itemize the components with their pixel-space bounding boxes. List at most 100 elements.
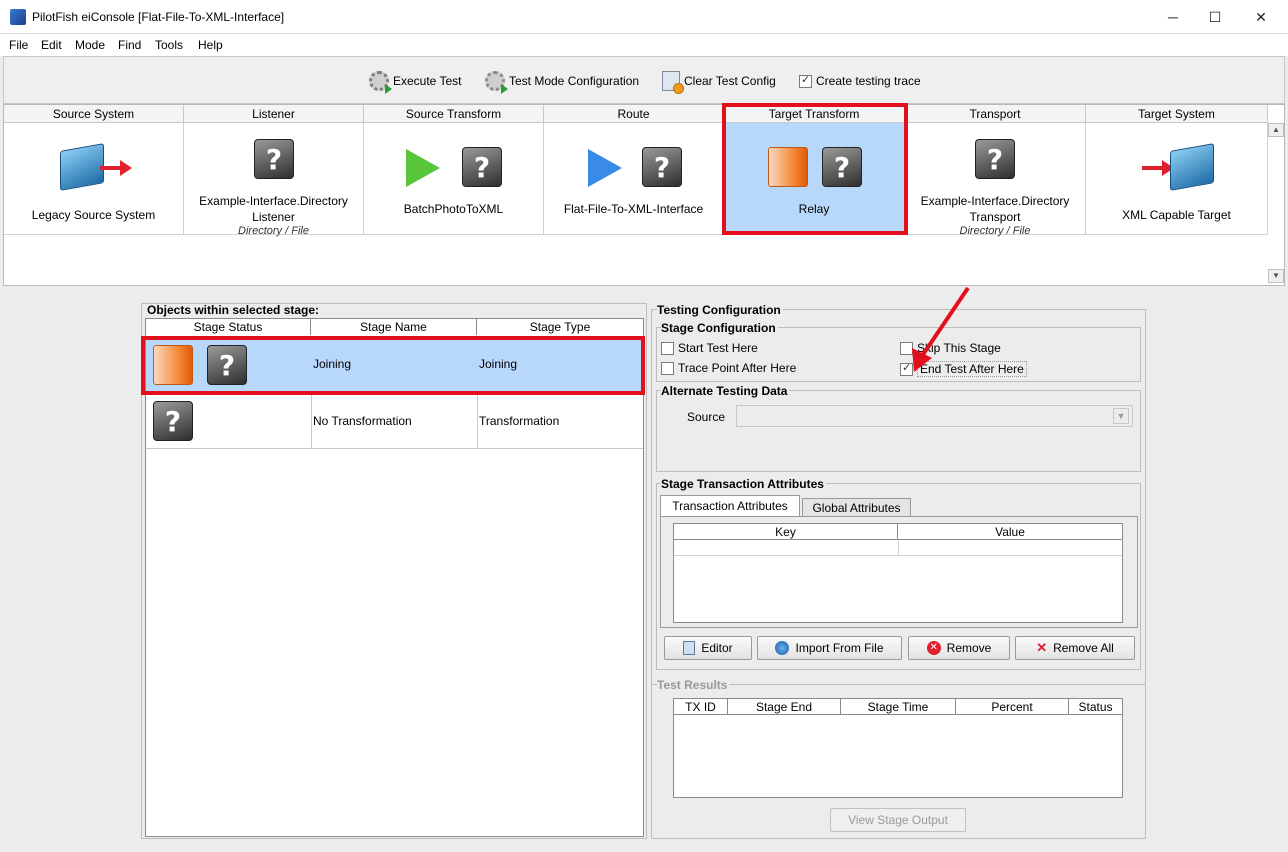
test-results-title: Test Results bbox=[657, 678, 730, 692]
menu-bar bbox=[0, 34, 1288, 56]
source-label: Source bbox=[687, 410, 726, 424]
start-test-label: Start Test Here bbox=[678, 341, 758, 355]
alternate-data-title: Alternate Testing Data bbox=[661, 384, 790, 398]
toolbar bbox=[3, 56, 1285, 104]
stage-header-target-system: Target System bbox=[1086, 105, 1268, 123]
chevron-down-icon: ▼ bbox=[1113, 408, 1129, 424]
remove-button[interactable]: ✕ Remove bbox=[908, 636, 1010, 660]
stage-label: XML Capable Target bbox=[1122, 208, 1231, 222]
attributes-table-header: Key Value bbox=[674, 524, 1122, 540]
annotation-arrow bbox=[912, 286, 970, 372]
highlight-joining-row bbox=[141, 336, 645, 395]
col-stage-name[interactable]: Stage Name bbox=[311, 319, 477, 335]
testing-config-title: Testing Configuration bbox=[657, 303, 783, 317]
unknown-icon: ? bbox=[462, 147, 502, 187]
alternate-data-group bbox=[656, 390, 1141, 472]
table-row[interactable] bbox=[674, 540, 1122, 556]
col-value[interactable]: Value bbox=[898, 524, 1122, 540]
close-icon: ✕ bbox=[1036, 640, 1048, 655]
table-row[interactable]: ? No Transformation Transformation bbox=[146, 393, 643, 449]
minimize-button[interactable]: ─ bbox=[1150, 4, 1196, 30]
window-title: PilotFish eiConsole [Flat-File-To-XML-In… bbox=[32, 10, 285, 24]
attributes-table: Key Value bbox=[673, 523, 1123, 623]
stage-header-source-system: Source System bbox=[4, 105, 184, 123]
stage-header-source-transform: Source Transform bbox=[364, 105, 544, 123]
test-results-table: TX ID Stage End Stage Time Percent Statu… bbox=[673, 698, 1123, 798]
stage-label: Example-Interface.Directory Transport bbox=[920, 194, 1070, 224]
menu-file[interactable]: File bbox=[9, 38, 28, 52]
trace-point-label: Trace Point After Here bbox=[678, 361, 797, 375]
stage-source-transform[interactable]: ? BatchPhotoToXML bbox=[364, 123, 544, 235]
unknown-icon: ? bbox=[642, 147, 682, 187]
stage-label: BatchPhotoToXML bbox=[403, 202, 504, 216]
stage-header-transport: Transport bbox=[905, 105, 1086, 123]
view-stage-output-label: View Stage Output bbox=[848, 813, 948, 827]
stage-label: Legacy Source System bbox=[31, 208, 156, 222]
test-results-header: TX ID Stage End Stage Time Percent Statu… bbox=[674, 699, 1122, 715]
table-icon bbox=[683, 641, 696, 655]
objects-table: Stage Status Stage Name Stage Type ? Joi… bbox=[145, 318, 644, 837]
editor-button[interactable]: Editor bbox=[664, 636, 752, 660]
clear-config-icon bbox=[662, 71, 684, 94]
scroll-up-button[interactable]: ▲ bbox=[1268, 123, 1284, 137]
objects-table-header: Stage Status Stage Name Stage Type bbox=[146, 319, 643, 337]
remove-all-button[interactable]: ✕ Remove All bbox=[1015, 636, 1135, 660]
import-from-file-button[interactable]: Import From File bbox=[757, 636, 902, 660]
arrow-out-icon bbox=[100, 160, 132, 176]
trace-point-option[interactable]: Trace Point After Here bbox=[661, 361, 796, 375]
close-button[interactable]: ✕ bbox=[1238, 4, 1284, 30]
tab-global-attributes[interactable]: Global Attributes bbox=[802, 498, 911, 517]
view-stage-output-button[interactable]: View Stage Output bbox=[830, 808, 966, 832]
start-test-checkbox[interactable] bbox=[661, 341, 674, 355]
menu-tools[interactable]: Tools bbox=[155, 38, 183, 52]
col-stage-time[interactable]: Stage Time bbox=[841, 699, 956, 715]
stage-label: Flat-File-To-XML-Interface bbox=[563, 202, 704, 216]
remove-label: Remove bbox=[946, 641, 992, 655]
stage-source-system[interactable]: Legacy Source System bbox=[4, 123, 184, 235]
col-status[interactable]: Status bbox=[1069, 699, 1122, 715]
col-stage-status[interactable]: Stage Status bbox=[146, 319, 311, 335]
menu-find[interactable]: Find bbox=[118, 38, 141, 52]
scroll-down-button[interactable]: ▼ bbox=[1268, 269, 1284, 283]
stage-target-system[interactable]: XML Capable Target bbox=[1086, 123, 1268, 235]
start-test-here-option[interactable]: Start Test Here bbox=[661, 341, 758, 355]
server-icon bbox=[1170, 143, 1214, 191]
col-tx-id[interactable]: TX ID bbox=[674, 699, 728, 715]
trace-point-checkbox[interactable] bbox=[661, 361, 674, 375]
col-stage-type[interactable]: Stage Type bbox=[477, 319, 643, 335]
stage-transport[interactable]: ? Example-Interface.Directory Transport … bbox=[905, 123, 1086, 237]
create-trace-toggle[interactable]: Create testing trace bbox=[799, 71, 921, 91]
stage-name-cell: No Transformation bbox=[313, 414, 412, 428]
clear-test-config-label: Clear Test Config bbox=[684, 74, 776, 88]
stage-listener[interactable]: ? Example-Interface.Directory Listener D… bbox=[184, 123, 364, 237]
clear-test-config-button[interactable]: Clear Test Config bbox=[662, 71, 776, 94]
gear-play-icon bbox=[369, 71, 392, 94]
col-percent[interactable]: Percent bbox=[956, 699, 1069, 715]
test-mode-config-label: Test Mode Configuration bbox=[509, 74, 640, 88]
import-label: Import From File bbox=[795, 641, 884, 655]
stage-label: Example-Interface.Directory Listener bbox=[199, 194, 348, 224]
arrow-in-icon bbox=[1142, 160, 1174, 176]
maximize-button[interactable]: ☐ bbox=[1192, 4, 1238, 30]
test-mode-config-button[interactable]: Test Mode Configuration bbox=[485, 71, 640, 94]
menu-help[interactable]: Help bbox=[198, 38, 223, 52]
execute-test-button[interactable]: Execute Test bbox=[369, 71, 461, 94]
create-trace-checkbox[interactable] bbox=[799, 73, 812, 88]
remove-icon: ✕ bbox=[926, 641, 941, 655]
stage-route[interactable]: ? Flat-File-To-XML-Interface bbox=[544, 123, 724, 235]
col-stage-end[interactable]: Stage End bbox=[728, 699, 841, 715]
menu-edit[interactable]: Edit bbox=[41, 38, 62, 52]
stage-header-listener: Listener bbox=[184, 105, 364, 123]
stage-config-title: Stage Configuration bbox=[661, 321, 778, 335]
remove-all-label: Remove All bbox=[1053, 641, 1114, 655]
highlight-target-transform bbox=[722, 103, 908, 235]
gear-icon bbox=[485, 71, 508, 94]
stage-sublabel: Directory / File bbox=[238, 225, 309, 237]
source-dropdown[interactable]: ▼ bbox=[736, 405, 1133, 427]
stage-sublabel: Directory / File bbox=[959, 225, 1031, 237]
objects-panel-title: Objects within selected stage: bbox=[147, 303, 320, 317]
unknown-icon: ? bbox=[254, 139, 294, 179]
col-key[interactable]: Key bbox=[674, 524, 898, 540]
menu-mode[interactable]: Mode bbox=[75, 38, 105, 52]
tab-transaction-attributes[interactable]: Transaction Attributes bbox=[660, 495, 800, 517]
